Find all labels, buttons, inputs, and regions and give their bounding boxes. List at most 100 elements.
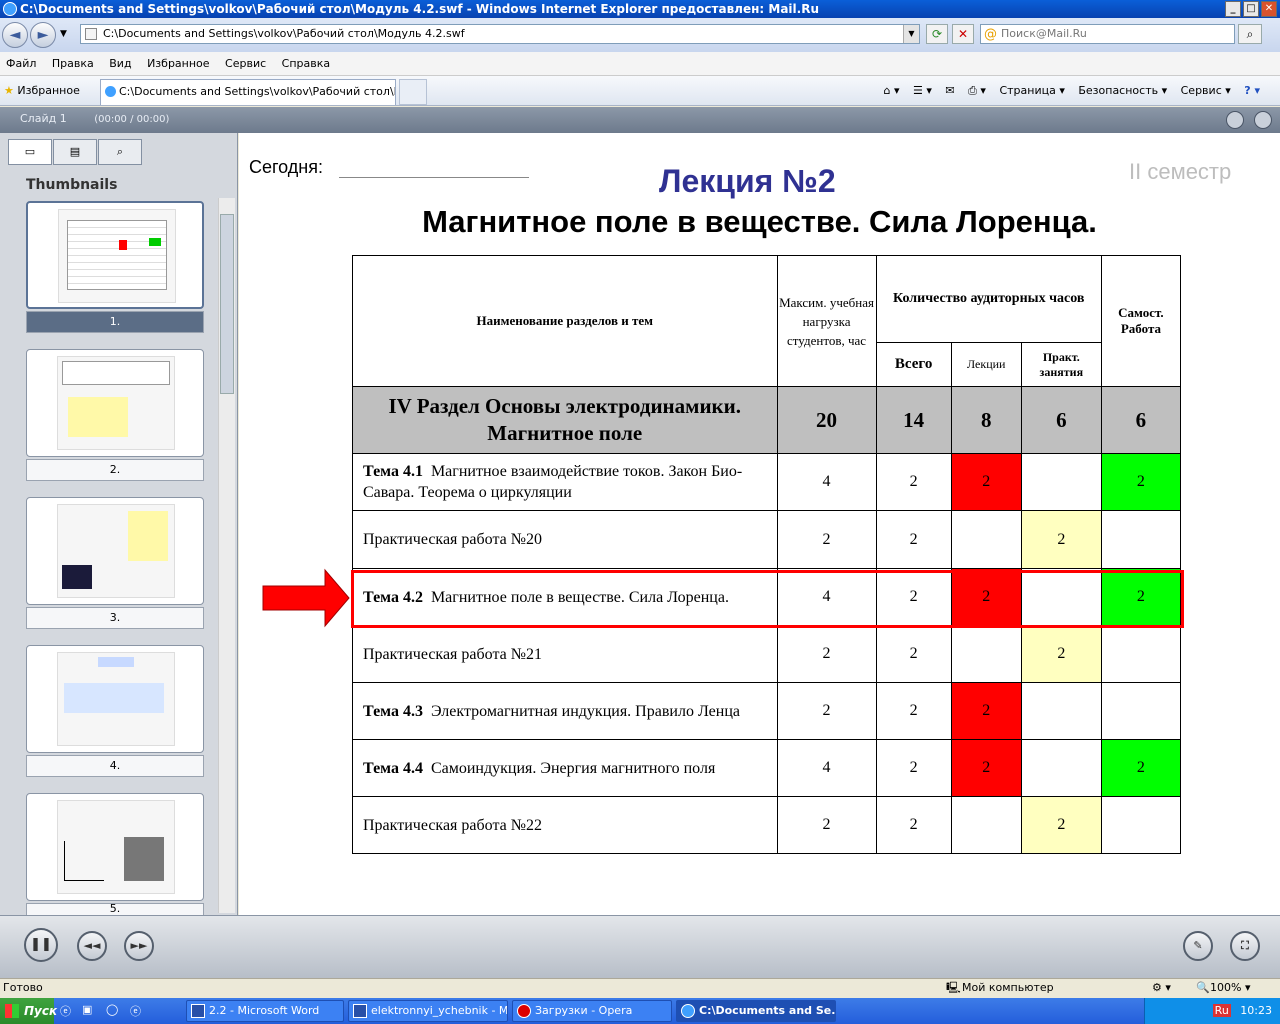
thumbnail-label-3[interactable]: 3.: [26, 607, 204, 629]
header-total: Всего: [875, 342, 952, 387]
table-row: Практическая работа №20 2 2 2: [352, 510, 1182, 569]
thumbnail-label-1[interactable]: 1.: [26, 311, 204, 333]
history-dropdown-icon[interactable]: ▼: [60, 29, 67, 39]
zoom-dropdown-icon[interactable]: ▾: [1245, 979, 1251, 997]
fullscreen-button[interactable]: ⛶: [1230, 931, 1260, 961]
close-button[interactable]: ✕: [1261, 1, 1277, 17]
thumbnail-label-4[interactable]: 4.: [26, 755, 204, 777]
player-controls: ❚❚ ◄◄ ►► ✎ ⛶: [0, 915, 1280, 978]
cell-total: 2: [875, 739, 952, 797]
quicklaunch-ie-icon[interactable]: ⓔ: [60, 1003, 71, 1019]
task-ie-active[interactable]: C:\Documents and Se...: [676, 1000, 836, 1022]
forward-slide-button[interactable]: ►►: [124, 931, 154, 961]
back-button[interactable]: ◄: [2, 22, 28, 48]
thumbnail-5[interactable]: [26, 793, 204, 901]
search-button[interactable]: ⌕: [1238, 24, 1262, 44]
task-word[interactable]: 2.2 - Microsoft Word: [186, 1000, 344, 1022]
forward-button[interactable]: ►: [30, 22, 56, 48]
menu-help[interactable]: Справка: [282, 52, 330, 76]
cell-max: 2: [776, 625, 877, 683]
topic-number: Тема 4.4: [363, 759, 423, 777]
minimize-button[interactable]: _: [1225, 1, 1241, 17]
feeds-icon[interactable]: ☰ ▾: [913, 84, 932, 97]
task-opera[interactable]: Загрузки - Opera: [512, 1000, 672, 1022]
system-tray: Ru 10:23: [1144, 998, 1280, 1024]
player-header: Слайд 1 (00:00 / 00:00): [0, 107, 1280, 133]
task-ychebnik[interactable]: elektronnyi_ychebnik - M...: [348, 1000, 508, 1022]
start-button[interactable]: Пуск: [0, 998, 57, 1024]
print-icon[interactable]: ⎙ ▾: [968, 84, 986, 97]
tab-thumbnails[interactable]: ▭: [8, 139, 52, 165]
cell-self: 2: [1100, 739, 1182, 797]
address-dropdown-icon[interactable]: ▼: [903, 25, 919, 43]
curriculum-table: Наименование разделов и тем Максим. учеб…: [352, 255, 1182, 854]
opera-icon: [517, 1004, 531, 1018]
cell-max: 2: [776, 796, 877, 854]
topic-cell: Тема 4.3 Электромагнитная индукция. Прав…: [352, 682, 778, 740]
table-row: Тема 4.1 Магнитное взаимодействие токов.…: [352, 453, 1182, 511]
windows-logo-icon: [5, 1004, 19, 1018]
home-icon[interactable]: ⌂ ▾: [884, 84, 900, 97]
security-menu[interactable]: Безопасность ▾: [1078, 84, 1167, 97]
rewind-button[interactable]: ◄◄: [77, 931, 107, 961]
cell-total: 2: [875, 796, 952, 854]
cell-total: 2: [875, 510, 952, 569]
tab-notes[interactable]: ▤: [53, 139, 97, 165]
header-aud-hours: Количество аудиторных часов: [875, 255, 1102, 343]
sidebar-scrollbar[interactable]: [218, 198, 235, 913]
thumbnail-3[interactable]: [26, 497, 204, 605]
thumbnail-image: [57, 800, 175, 894]
menu-edit[interactable]: Правка: [52, 52, 94, 76]
menu-favorites[interactable]: Избранное: [147, 52, 209, 76]
thumbnail-label-2[interactable]: 2.: [26, 459, 204, 481]
topic-cell: Практическая работа №20: [352, 510, 778, 569]
address-input[interactable]: C:\Documents and Settings\volkov\Рабочий…: [80, 24, 920, 44]
search-input[interactable]: @ Поиск@Mail.Ru: [980, 24, 1235, 44]
tab-active[interactable]: C:\Documents and Settings\volkov\Рабочий…: [100, 79, 396, 105]
new-tab-button[interactable]: [399, 79, 427, 105]
menu-tools[interactable]: Сервис: [225, 52, 266, 76]
thumbnail-image: [57, 504, 175, 598]
stop-button[interactable]: ✕: [952, 24, 974, 44]
section-lectures: 8: [950, 386, 1022, 454]
quicklaunch-app-icon[interactable]: ▣: [82, 1003, 92, 1016]
quicklaunch-ie2-icon[interactable]: ⓔ: [130, 1003, 141, 1019]
header-max-load: Максим. учебная нагрузка студентов, час: [776, 255, 877, 387]
language-indicator[interactable]: Ru: [1212, 1004, 1231, 1017]
protected-mode-icon[interactable]: ⚙ ▾: [1152, 979, 1171, 997]
help-icon[interactable]: ? ▾: [1244, 84, 1260, 97]
cell-max: 4: [776, 453, 877, 511]
minimize-player-icon[interactable]: [1226, 111, 1244, 129]
mail-icon[interactable]: ✉: [945, 84, 954, 97]
thumbnail-1[interactable]: [26, 201, 204, 309]
cell-lectures: [950, 625, 1022, 683]
cell-practice: [1020, 739, 1102, 797]
header-self-work: Самост. Работа: [1100, 255, 1182, 387]
topic-cell: Тема 4.4 Самоиндукция. Энергия магнитног…: [352, 739, 778, 797]
section-total: 14: [875, 386, 952, 454]
thumbnail-image: [57, 356, 175, 450]
cell-max: 2: [776, 682, 877, 740]
refresh-button[interactable]: ⟳: [926, 24, 948, 44]
maximize-button[interactable]: □: [1243, 1, 1259, 17]
quicklaunch-opera-icon[interactable]: ◯: [106, 1003, 118, 1016]
thumbnail-4[interactable]: [26, 645, 204, 753]
zoom-icon[interactable]: 🔍: [1196, 979, 1210, 997]
ie-icon: [3, 2, 17, 16]
pen-button[interactable]: ✎: [1183, 931, 1213, 961]
status-bar: Готово 🖳 Мой компьютер ⚙ ▾ 🔍 100% ▾: [0, 978, 1280, 998]
menu-view[interactable]: Вид: [109, 52, 131, 76]
cell-self: [1100, 625, 1182, 683]
search-placeholder: Поиск@Mail.Ru: [1001, 27, 1087, 40]
lecture-title: Лекция №2: [659, 163, 836, 199]
favorites-button[interactable]: ★ Избранное: [4, 82, 80, 100]
tab-search[interactable]: ⌕: [98, 139, 142, 165]
tools-menu[interactable]: Сервис ▾: [1181, 84, 1231, 97]
close-player-icon[interactable]: [1254, 111, 1272, 129]
page-menu[interactable]: Страница ▾: [999, 84, 1064, 97]
pause-button[interactable]: ❚❚: [24, 928, 58, 962]
zoom-level[interactable]: 100%: [1210, 979, 1241, 997]
menu-file[interactable]: Файл: [6, 52, 36, 76]
thumbnail-2[interactable]: [26, 349, 204, 457]
taskbar: Пуск ⓔ ▣ ◯ ⓔ 2.2 - Microsoft Word elektr…: [0, 998, 1280, 1024]
